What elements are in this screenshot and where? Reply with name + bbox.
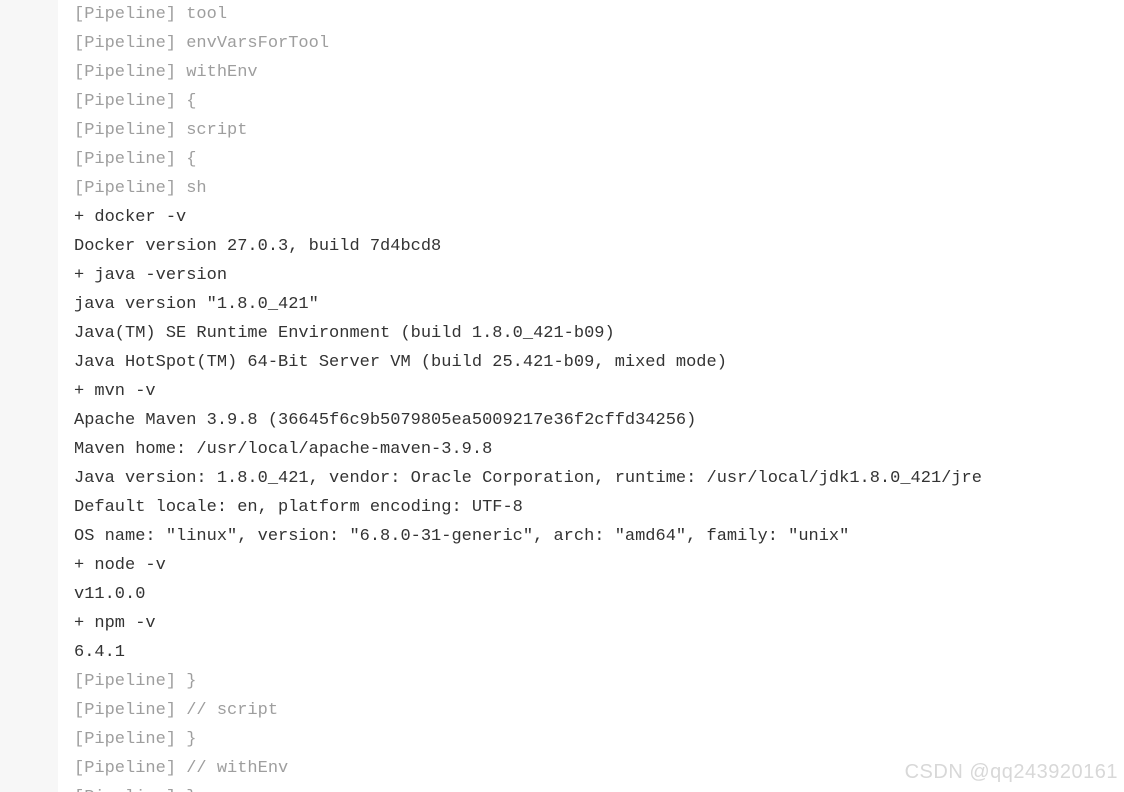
console-line: [Pipeline] {	[74, 145, 1124, 174]
console-line: + node -v	[74, 551, 1124, 580]
console-line: Docker version 27.0.3, build 7d4bcd8	[74, 232, 1124, 261]
console-line: [Pipeline] }	[74, 725, 1124, 754]
console-output[interactable]: [Pipeline] tool [Pipeline] envVarsForToo…	[58, 0, 1124, 792]
console-line: 6.4.1	[74, 638, 1124, 667]
console-line: Apache Maven 3.9.8 (36645f6c9b5079805ea5…	[74, 406, 1124, 435]
console-line: [Pipeline] // withEnv	[74, 754, 1124, 783]
console-line: + docker -v	[74, 203, 1124, 232]
console-line: java version "1.8.0_421"	[74, 290, 1124, 319]
console-line: [Pipeline] tool	[74, 0, 1124, 29]
console-line: [Pipeline] {	[74, 87, 1124, 116]
console-line: + npm -v	[74, 609, 1124, 638]
console-line: Java(TM) SE Runtime Environment (build 1…	[74, 319, 1124, 348]
console-line: Default locale: en, platform encoding: U…	[74, 493, 1124, 522]
console-line: Java HotSpot(TM) 64-Bit Server VM (build…	[74, 348, 1124, 377]
console-line: [Pipeline] }	[74, 667, 1124, 696]
console-line: + java -version	[74, 261, 1124, 290]
console-line: OS name: "linux", version: "6.8.0-31-gen…	[74, 522, 1124, 551]
console-line: [Pipeline] // script	[74, 696, 1124, 725]
console-line: Java version: 1.8.0_421, vendor: Oracle …	[74, 464, 1124, 493]
console-line: Maven home: /usr/local/apache-maven-3.9.…	[74, 435, 1124, 464]
console-line: [Pipeline] envVarsForTool	[74, 29, 1124, 58]
console-line: + mvn -v	[74, 377, 1124, 406]
console-line: [Pipeline] script	[74, 116, 1124, 145]
console-line: [Pipeline] sh	[74, 174, 1124, 203]
console-line: v11.0.0	[74, 580, 1124, 609]
console-line: [Pipeline] }	[74, 783, 1124, 792]
console-line: [Pipeline] withEnv	[74, 58, 1124, 87]
